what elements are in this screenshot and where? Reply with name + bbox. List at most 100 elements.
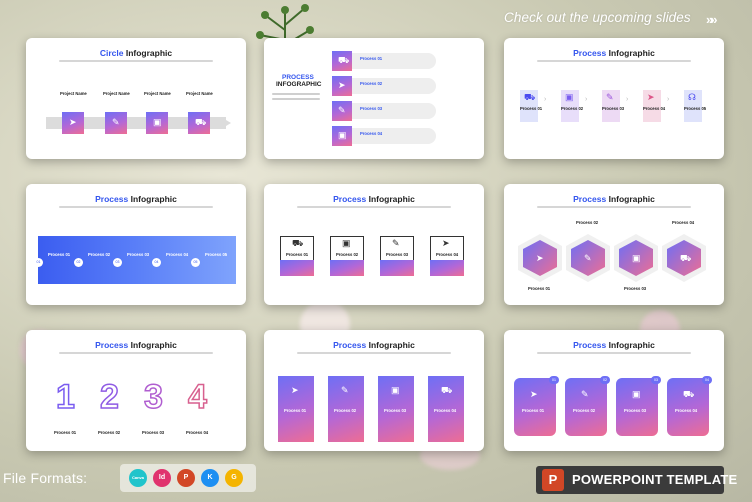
slide-title: Process Infographic bbox=[95, 340, 177, 350]
process-card bbox=[667, 378, 709, 436]
project-name-label: Project Name bbox=[144, 91, 171, 96]
process-label: Process 03 bbox=[384, 408, 407, 413]
canva-icon: Canva bbox=[129, 469, 147, 487]
process-label: Process 02 bbox=[576, 220, 599, 225]
process-label: Process 05 bbox=[205, 252, 228, 257]
process-label: Process 03 bbox=[127, 252, 150, 257]
subtitle-placeholder bbox=[537, 206, 691, 208]
process-label: Process 03 bbox=[624, 408, 647, 413]
step-tab: 01 bbox=[549, 376, 559, 384]
slide-title: PROCESS bbox=[282, 74, 314, 81]
step-node: 01 bbox=[34, 258, 43, 267]
process-label: Process 04 bbox=[166, 252, 189, 257]
slide-title: Process Infographic bbox=[333, 340, 415, 350]
edit-icon: ✎ bbox=[584, 253, 592, 263]
process-label: Process 01 bbox=[528, 286, 551, 291]
edit-icon: ✎ bbox=[606, 92, 614, 102]
step-number: 3 bbox=[143, 377, 163, 417]
process-label: Process 03 bbox=[386, 252, 409, 257]
slide-thumbnail-process-boxes[interactable]: Process Infographic ⛟ ▣ ✎ ➤ Process 01 P… bbox=[264, 184, 484, 305]
process-label: Process 02 bbox=[336, 252, 359, 257]
process-label: Process 04 bbox=[643, 106, 666, 111]
process-label: Process 01 bbox=[48, 252, 71, 257]
headset-icon: ☊ bbox=[688, 92, 696, 102]
slide-title: Process Infographic bbox=[333, 194, 415, 204]
slide-thumbnail-process-circles[interactable]: Process Infographic ⛟ ▣ ✎ ➤ ☊ › › › › Pr… bbox=[504, 38, 724, 159]
card-footer bbox=[430, 260, 464, 276]
slide-title: Process Infographic bbox=[573, 48, 655, 58]
process-label: Process 04 bbox=[360, 131, 383, 136]
project-name-label: Project Name bbox=[186, 91, 213, 96]
process-label: Process 01 bbox=[54, 430, 77, 435]
step-node: 04 bbox=[152, 258, 161, 267]
step-number: 1 bbox=[55, 377, 75, 417]
process-label: Process 02 bbox=[360, 81, 383, 86]
slide-thumbnail-process-numbers[interactable]: Process Infographic 1 2 3 4 Process 01 P… bbox=[26, 330, 246, 451]
process-label: Process 04 bbox=[186, 430, 209, 435]
project-name-label: Project Name bbox=[103, 91, 130, 96]
chevron-right-icon: › bbox=[585, 96, 588, 103]
process-label: Process 03 bbox=[602, 106, 625, 111]
process-label: Process 03 bbox=[624, 286, 647, 291]
process-card bbox=[514, 378, 556, 436]
slide-thumbnail-process-band[interactable]: Process Infographic Process 01 Process 0… bbox=[26, 184, 246, 305]
process-card bbox=[565, 378, 607, 436]
arrow-head bbox=[221, 117, 231, 129]
edit-icon: ✎ bbox=[581, 389, 589, 399]
double-chevron-icon: »» bbox=[706, 12, 718, 27]
slide-thumbnail-process-rounded-cards[interactable]: Process Infographic 01 02 03 04 ➤ ✎ ▣ ⛟ … bbox=[504, 330, 724, 451]
slide-title: Process Infographic bbox=[95, 194, 177, 204]
step-tab: 04 bbox=[702, 376, 712, 384]
slide-thumbnail-process-hexagons[interactable]: Process Infographic ➤ ✎ ▣ ⛟ Process 01 P… bbox=[504, 184, 724, 305]
slide-thumbnail-process-tall-cards[interactable]: Process Infographic ➤ ✎ ▣ ⛟ Process 01 P… bbox=[264, 330, 484, 451]
slide-thumbnail-circle-infographic[interactable]: Circle Infographic Project Name Project … bbox=[26, 38, 246, 159]
step-number: 4 bbox=[187, 377, 207, 417]
edit-icon: ✎ bbox=[392, 238, 400, 248]
slide-subtitle: INFOGRAPHIC bbox=[276, 81, 322, 88]
subtitle-placeholder bbox=[297, 352, 451, 354]
process-label: Process 04 bbox=[675, 408, 698, 413]
send-icon: ➤ bbox=[536, 253, 544, 263]
process-label: Process 01 bbox=[520, 106, 543, 111]
shopping-bag-icon: ▣ bbox=[391, 385, 400, 395]
process-band bbox=[38, 236, 236, 284]
subtitle-placeholder bbox=[297, 206, 451, 208]
shopping-bag-icon: ▣ bbox=[565, 92, 574, 102]
process-label: Process 02 bbox=[334, 408, 357, 413]
shopping-bag-icon: ▣ bbox=[632, 389, 641, 399]
process-label: Process 01 bbox=[286, 252, 309, 257]
step-node: 02 bbox=[74, 258, 83, 267]
process-label: Process 03 bbox=[142, 430, 165, 435]
upcoming-slides-caption: Check out the upcoming slides bbox=[504, 10, 691, 25]
file-formats-label: File Formats: bbox=[3, 470, 88, 486]
cart-icon: ⛟ bbox=[524, 92, 536, 102]
process-label: Process 02 bbox=[88, 252, 111, 257]
edit-icon: ✎ bbox=[338, 105, 346, 115]
step-tab: 03 bbox=[651, 376, 661, 384]
process-label: Process 04 bbox=[436, 252, 459, 257]
send-icon: ➤ bbox=[338, 80, 346, 90]
send-icon: ➤ bbox=[69, 117, 77, 127]
subtitle-placeholder bbox=[537, 60, 691, 62]
slide-title: Process Infographic bbox=[573, 340, 655, 350]
edit-icon: ✎ bbox=[341, 385, 349, 395]
card-footer bbox=[380, 260, 414, 276]
chevron-right-icon: › bbox=[544, 96, 547, 103]
slide-title: Process Infographic bbox=[573, 194, 655, 204]
send-icon: ➤ bbox=[647, 92, 655, 102]
shopping-bag-icon: ▣ bbox=[338, 130, 347, 140]
shopping-bag-icon: ▣ bbox=[632, 253, 641, 263]
slide-thumbnail-process-list[interactable]: PROCESS INFOGRAPHIC ⛟ ➤ ✎ ▣ Process 01 P… bbox=[264, 38, 484, 159]
subtitle-placeholder bbox=[59, 206, 213, 208]
process-label: Process 01 bbox=[522, 408, 545, 413]
subtitle-placeholder bbox=[537, 352, 691, 354]
card-footer bbox=[280, 260, 314, 276]
chevron-right-icon: › bbox=[667, 96, 670, 103]
powerpoint-logo-icon: P bbox=[542, 469, 564, 491]
process-label: Process 02 bbox=[561, 106, 584, 111]
cart-icon: ⛟ bbox=[338, 55, 350, 65]
process-label: Process 02 bbox=[98, 430, 121, 435]
chevron-right-icon: › bbox=[626, 96, 629, 103]
indesign-icon: Id bbox=[153, 469, 171, 487]
send-icon: ➤ bbox=[530, 389, 538, 399]
